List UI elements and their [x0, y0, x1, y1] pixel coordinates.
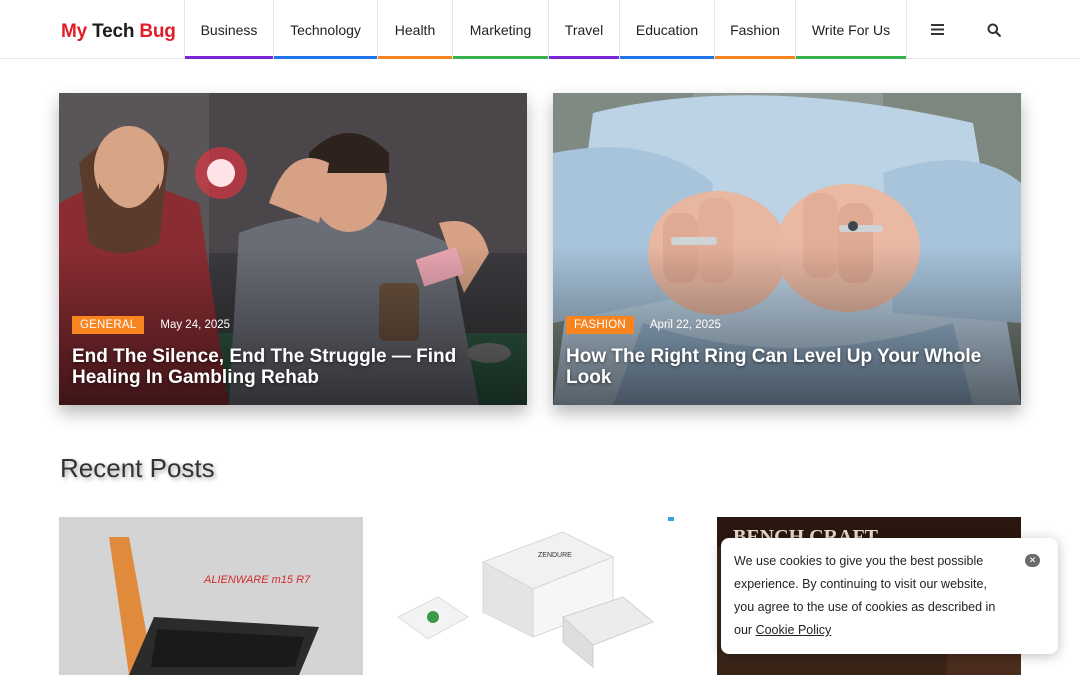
post-meta: GENERAL May 24, 2025: [72, 316, 230, 334]
post-title[interactable]: How The Right Ring Can Level Up Your Who…: [566, 346, 1011, 388]
category-badge[interactable]: GENERAL: [72, 316, 145, 334]
thumbnail-image-powerbank: ZENDURE: [388, 517, 692, 675]
hamburger-icon[interactable]: [926, 0, 948, 59]
nav-label: Travel: [564, 21, 604, 38]
logo-part-tech: Tech: [92, 21, 135, 42]
nav-underline: [274, 56, 377, 59]
cookie-consent-popup: We use cookies to give you the best poss…: [721, 538, 1058, 654]
nav-underline: [620, 56, 714, 59]
nav-item-health[interactable]: Health: [377, 0, 452, 59]
category-badge[interactable]: FASHION: [566, 316, 634, 334]
recent-post-thumbnail[interactable]: ZENDURE: [388, 517, 692, 675]
nav-item-write-for-us[interactable]: Write For Us: [795, 0, 907, 59]
post-title[interactable]: End The Silence, End The Struggle — Find…: [72, 346, 517, 388]
nav-item-education[interactable]: Education: [619, 0, 714, 59]
nav-item-marketing[interactable]: Marketing: [452, 0, 548, 59]
nav-label: Business: [200, 21, 258, 38]
site-logo[interactable]: My Tech Bug: [61, 21, 176, 43]
featured-post-card[interactable]: FASHION April 22, 2025 How The Right Rin…: [553, 93, 1021, 405]
logo-part-bug: Bug: [139, 21, 176, 42]
nav-label: Health: [394, 21, 436, 38]
nav-underline: [549, 56, 619, 59]
nav-underline: [453, 56, 548, 59]
nav-underline: [378, 56, 452, 59]
nav-item-technology[interactable]: Technology: [273, 0, 377, 59]
main-nav: Business Technology Health Marketing Tra…: [184, 0, 907, 59]
featured-post-card[interactable]: GENERAL May 24, 2025 End The Silence, En…: [59, 93, 527, 405]
close-icon[interactable]: ✕: [1025, 554, 1040, 567]
nav-item-fashion[interactable]: Fashion: [714, 0, 795, 59]
nav-label: Fashion: [730, 21, 780, 38]
site-header: My Tech Bug Business Technology Health M…: [0, 0, 1080, 59]
thumbnail-caption: ZENDURE: [538, 552, 572, 559]
recent-post-thumbnail[interactable]: ALIENWARE m15 R7: [59, 517, 363, 675]
thumbnail-image-laptop: ALIENWARE m15 R7: [59, 517, 363, 675]
logo-part-my: My: [61, 21, 87, 42]
nav-underline: [715, 56, 795, 59]
post-meta: FASHION April 22, 2025: [566, 316, 721, 334]
nav-underline: [185, 56, 273, 59]
nav-label: Education: [635, 21, 699, 38]
thumbnail-caption: ALIENWARE m15 R7: [203, 574, 311, 586]
nav-label: Marketing: [469, 21, 532, 38]
post-date: April 22, 2025: [649, 319, 721, 331]
search-icon[interactable]: [984, 0, 1004, 59]
post-date: May 24, 2025: [160, 319, 231, 331]
nav-label: Write For Us: [811, 21, 891, 38]
nav-label: Technology: [290, 21, 361, 38]
nav-item-business[interactable]: Business: [184, 0, 273, 59]
cookie-policy-link[interactable]: Cookie Policy: [756, 623, 832, 637]
nav-item-travel[interactable]: Travel: [548, 0, 619, 59]
section-heading-recent-posts: Recent Posts: [60, 453, 215, 483]
nav-underline: [796, 56, 906, 59]
cookie-message: We use cookies to give you the best poss…: [734, 550, 1004, 642]
